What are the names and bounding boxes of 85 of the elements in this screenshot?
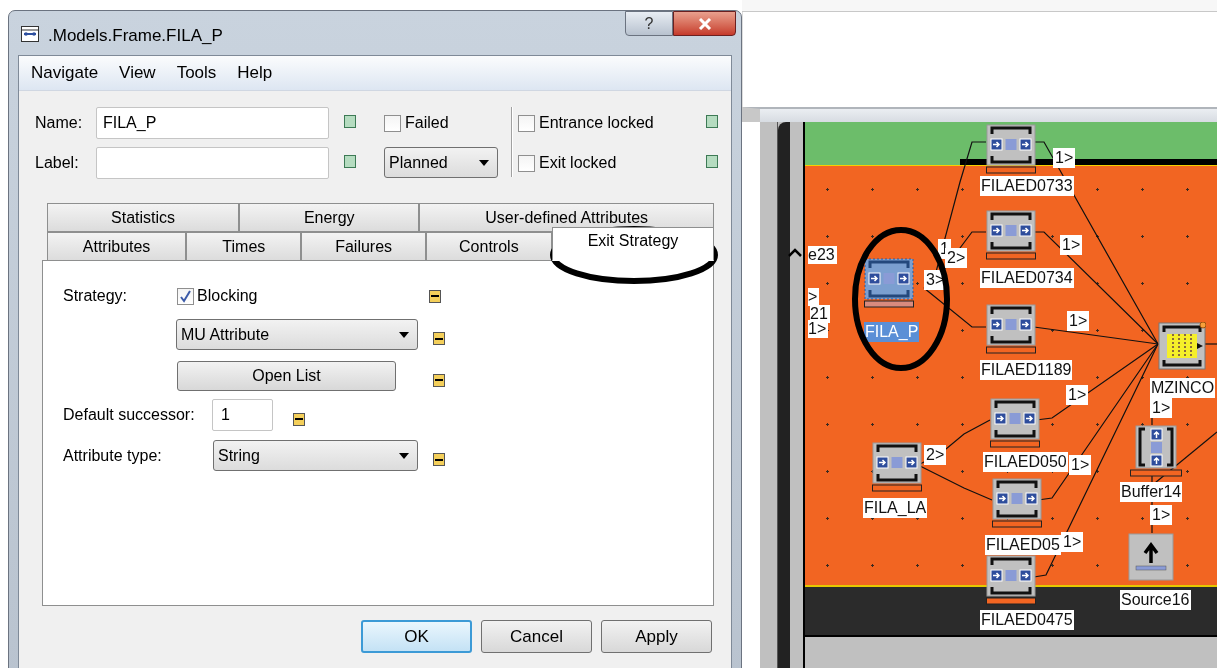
caret-icon	[399, 331, 409, 338]
label-field[interactable]	[96, 147, 329, 179]
menu-item[interactable]: Help	[237, 60, 273, 86]
station-icon[interactable]	[990, 398, 1040, 448]
station-icon[interactable]	[986, 124, 1036, 174]
node-label: FILAED050	[983, 452, 1068, 472]
port-label: 1>	[1069, 455, 1092, 475]
port-label: 1>	[1061, 532, 1084, 552]
node-label: FILA_P	[864, 322, 920, 342]
station-icon[interactable]	[872, 442, 922, 492]
menu-item[interactable]: Navigate	[31, 60, 99, 86]
checkbox[interactable]	[177, 287, 194, 305]
caret-icon	[479, 159, 489, 166]
default-successor-field[interactable]: 1	[212, 399, 273, 431]
connector-line	[923, 287, 987, 328]
field-label: Strategy:	[63, 286, 129, 306]
caret-up-icon[interactable]	[788, 248, 802, 257]
node-label: FILAED05	[985, 535, 1061, 555]
buffer-icon[interactable]	[1130, 425, 1182, 477]
object-label: 21	[810, 305, 830, 323]
tab[interactable]: Failures	[301, 232, 426, 261]
node-label: Buffer14	[1120, 482, 1183, 502]
checkbox[interactable]	[518, 154, 535, 172]
node-label: FILAED1189	[980, 360, 1073, 380]
dropdown[interactable]: String	[213, 440, 418, 471]
dropdown[interactable]: MU Attribute	[176, 319, 418, 350]
node-label: FILAED0733	[980, 176, 1074, 196]
indicator-icon[interactable]	[433, 453, 445, 466]
window-icon	[21, 26, 39, 42]
close-icon	[697, 17, 712, 30]
name-field[interactable]: FILA_P	[96, 107, 329, 139]
checkbox-label: Entrance locked	[539, 113, 654, 133]
object-label: 1>	[808, 320, 829, 338]
station-icon[interactable]	[986, 210, 1036, 260]
dialog-button[interactable]: Apply	[601, 620, 712, 653]
checkbox-label: Exit locked	[539, 153, 617, 173]
tab[interactable]: Statistics	[47, 203, 240, 232]
station-icon[interactable]	[992, 478, 1042, 528]
node-label: MZINCO	[1150, 378, 1216, 398]
indicator-icon[interactable]	[293, 412, 305, 426]
tab[interactable]: Attributes	[47, 232, 187, 261]
port-label: 1>	[1066, 385, 1089, 405]
station-icon[interactable]	[986, 555, 1036, 605]
port-label: 2>	[945, 248, 968, 268]
tab[interactable]: Times	[186, 232, 302, 261]
object-label: >	[808, 288, 820, 306]
port-label: 1>	[1150, 398, 1173, 418]
dialog-button[interactable]: OK	[361, 620, 472, 653]
help-button[interactable]: ?	[625, 11, 673, 36]
field-label: Label:	[35, 153, 80, 173]
dialog-button[interactable]: Cancel	[481, 620, 592, 653]
connector-line	[1203, 343, 1217, 345]
checkbox-label: Blocking	[197, 286, 259, 306]
node-label: Source16	[1120, 590, 1191, 610]
tab[interactable]: Controls	[425, 232, 552, 261]
node-label: FILAED0475	[980, 610, 1074, 630]
field-label: Default successor:	[63, 405, 196, 425]
open-list-button[interactable]: Open List	[177, 361, 396, 391]
tab[interactable]: Energy	[239, 203, 420, 232]
station-icon[interactable]	[986, 304, 1036, 354]
menu-item[interactable]: View	[119, 60, 156, 86]
checkbox[interactable]	[384, 114, 401, 132]
indicator-icon[interactable]	[433, 332, 445, 345]
node-label: FILA_LA	[863, 498, 928, 518]
menu-item[interactable]: Tools	[176, 60, 217, 86]
port-label: 1>	[1150, 505, 1173, 525]
node-label: FILAED0734	[980, 268, 1074, 288]
field-label: Attribute type:	[63, 445, 163, 466]
port-label: 1>	[1060, 235, 1083, 255]
indicator-icon[interactable]	[433, 373, 445, 387]
port-label: 2>	[924, 445, 947, 465]
close-button[interactable]	[673, 11, 736, 36]
dropdown[interactable]: Planned	[384, 147, 498, 178]
port-label: 1>	[1067, 311, 1090, 331]
assembly-station-icon[interactable]	[1158, 322, 1206, 370]
tab[interactable]: Exit Strategy	[552, 227, 714, 261]
caret-icon	[399, 452, 409, 459]
checkbox-label: Failed	[405, 113, 449, 133]
port-label: 1>	[1053, 148, 1076, 168]
checkbox[interactable]	[518, 114, 535, 132]
window-title: .Models.Frame.FILA_P	[48, 25, 223, 47]
indicator-icon[interactable]	[429, 289, 441, 303]
object-label: e23	[808, 246, 837, 264]
source-icon[interactable]	[1128, 533, 1174, 581]
field-label: Name:	[35, 113, 84, 133]
